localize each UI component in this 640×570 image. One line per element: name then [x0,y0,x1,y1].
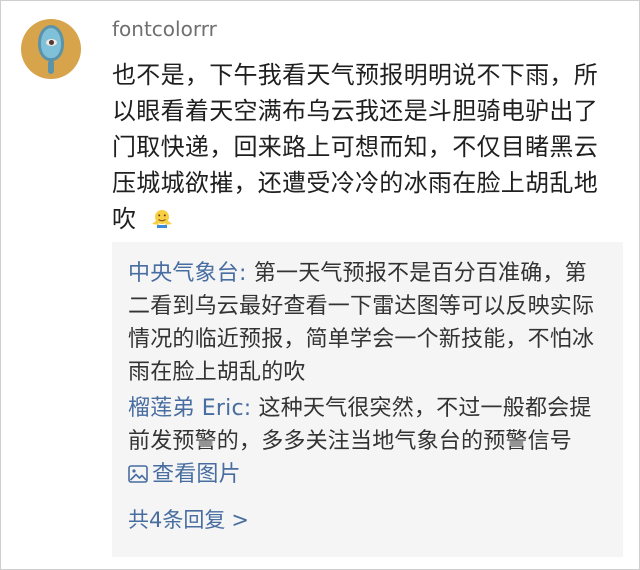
view-image-link[interactable]: 查看图片 [128,462,241,487]
avatar[interactable] [21,19,81,79]
view-image-label: 查看图片 [152,462,241,487]
replies-section: 中央气象台: 第一天气预报不是百分百准确，第二看到乌云最好查看一下雷达图等可以反… [112,242,623,557]
reply-author[interactable]: 中央气象台: [128,261,247,286]
comment-text: 也不是，下午我看天气预报明明说不下雨，所以眼看着天空满布乌云我还是斗胆骑电驴出了… [112,61,598,233]
username[interactable]: fontcolorrr [112,15,217,43]
chevron-right-icon: > [231,508,249,532]
image-icon [128,465,148,483]
reply-item: 中央气象台: 第一天气预报不是百分百准确，第二看到乌云最好查看一下雷达图等可以反… [128,257,607,389]
comment-body: 也不是，下午我看天气预报明明说不下雨，所以眼看着天空满布乌云我还是斗胆骑电驴出了… [112,57,620,237]
weibo-comment-card: fontcolorrr 也不是，下午我看天气预报明明说不下雨，所以眼看着天空满布… [0,0,640,570]
shrug-emoji-icon [152,210,173,228]
pupil [49,40,54,45]
view-all-replies-link[interactable]: 共4条回复 > [128,505,607,535]
reply-item: 榴莲弟 Eric: 这种天气很突然，不过一般都会提前发预警的，多多关注当地气象台… [128,392,607,491]
mirror-handle [48,60,54,74]
total-replies-label: 共4条回复 [128,508,226,532]
eye-icon [46,39,57,46]
reply-author[interactable]: 榴莲弟 Eric: [128,396,251,421]
mirror-avatar-icon [38,25,64,61]
